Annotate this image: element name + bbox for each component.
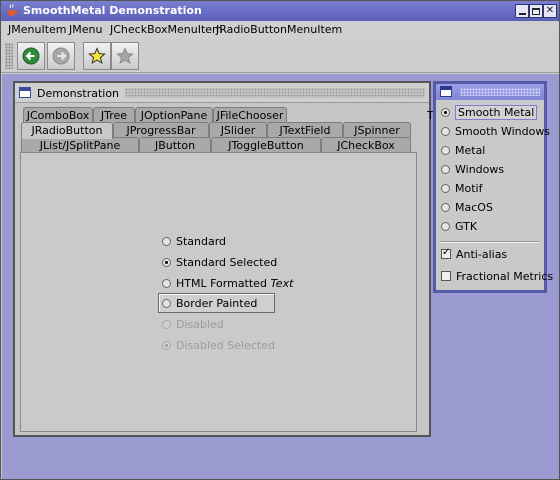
radio-indicator (441, 202, 450, 212)
close-icon: ✕ (545, 5, 555, 16)
maximize-button[interactable] (529, 4, 543, 18)
radio-label: Standard (176, 234, 227, 248)
radio-label: HTML Formatted (176, 276, 271, 290)
frame-icon (440, 86, 452, 97)
toolbar (1, 39, 559, 73)
menu-jmenu[interactable]: JMenu (69, 23, 102, 36)
jradiobutton-panel (20, 152, 417, 432)
radio-indicator (441, 221, 450, 231)
theme-gtk[interactable]: GTK (441, 218, 477, 234)
tab-jspinner[interactable]: JSpinner (343, 122, 411, 138)
radio-html-formatted[interactable]: HTML Formatted Text (162, 275, 293, 291)
radio-label: Disabled Selected (176, 338, 275, 352)
star-button[interactable] (83, 42, 111, 70)
theme-smooth-metal[interactable]: Smooth Metal (441, 104, 538, 120)
tab-jtree[interactable]: JTree (93, 107, 135, 123)
theme-label: Motif (455, 181, 483, 195)
tab-jtogglebutton[interactable]: JToggleButton (211, 137, 321, 153)
theme-windows[interactable]: Windows (441, 161, 504, 177)
minimize-icon (518, 12, 526, 15)
demonstration-titlebar[interactable]: Demonstration (15, 83, 429, 103)
menubar: JMenuItem JMenu JCheckBoxMenuItem JRadio… (1, 21, 559, 39)
checkbox-indicator (441, 271, 451, 281)
theme-smooth-windows[interactable]: Smooth Windows (441, 123, 550, 139)
radio-indicator (441, 126, 450, 136)
radio-indicator (162, 236, 171, 246)
tab-joptionpane[interactable]: JOptionPane (135, 107, 213, 123)
maximize-icon (532, 7, 540, 15)
tab-jradiobutton[interactable]: JRadioButton (21, 122, 113, 139)
theme-label: MacOS (455, 200, 493, 214)
radio-indicator (162, 340, 171, 350)
radio-standard-selected[interactable]: Standard Selected (162, 254, 277, 270)
theme-label: Smooth Metal (455, 104, 538, 120)
tab-jfilechooser[interactable]: JFileChooser (213, 107, 287, 123)
radio-label: Disabled (176, 317, 224, 331)
forward-button[interactable] (47, 42, 75, 70)
tab-jprogressbar[interactable]: JProgressBar (113, 122, 209, 138)
window-title: SmoothMetal Demonstration (23, 4, 202, 17)
close-button[interactable]: ✕ (543, 4, 557, 18)
radio-indicator (441, 107, 450, 117)
theme-macos[interactable]: MacOS (441, 199, 493, 215)
radio-label-emphasis: Text (270, 276, 294, 290)
theme-label: Smooth Windows (455, 124, 551, 138)
tab-jcombobox[interactable]: JComboBox (23, 107, 93, 123)
minimize-button[interactable] (515, 4, 529, 18)
theme-label: Windows (455, 162, 505, 176)
radio-indicator (162, 319, 171, 329)
radio-label: Border Painted (176, 296, 258, 310)
titlebar-bumps (460, 88, 540, 96)
fractional-metrics-checkbox[interactable]: Fractional Metrics (441, 268, 553, 284)
radio-disabled-selected: Disabled Selected (162, 337, 275, 353)
java-coffee-icon (8, 4, 18, 16)
tab-jtextfield[interactable]: JTextField (267, 122, 343, 138)
palette-separator (440, 241, 540, 243)
menu-jcheckboxmenuitem[interactable]: JCheckBoxMenuItem (110, 23, 223, 36)
anti-alias-checkbox[interactable]: Anti-alias (441, 246, 507, 262)
window-titlebar[interactable]: SmoothMetal Demonstration ✕ (1, 1, 559, 21)
toolbar-grip[interactable] (5, 43, 13, 69)
star-icon (88, 47, 106, 65)
main-window: SmoothMetal Demonstration ✕ JMenuItem JM… (0, 0, 560, 480)
star-disabled-icon (116, 47, 134, 65)
menu-jradiobuttonmenuitem[interactable]: JRadioButtonMenuItem (216, 23, 342, 36)
theme-motif[interactable]: Motif (441, 180, 482, 196)
radio-disabled: Disabled (162, 316, 224, 332)
back-arrow-icon (22, 47, 40, 65)
palette-titlebar[interactable] (436, 84, 544, 100)
theme-metal[interactable]: Metal (441, 142, 485, 158)
tab-jcheckbox[interactable]: JCheckBox (321, 137, 411, 153)
demonstration-title: Demonstration (37, 87, 120, 100)
tab-jslider[interactable]: JSlider (209, 122, 267, 138)
radio-indicator (441, 145, 450, 155)
titlebar-bumps (125, 88, 425, 98)
radio-label: Standard Selected (176, 255, 278, 269)
frame-icon (19, 87, 31, 98)
checkbox-indicator (441, 247, 451, 259)
radio-indicator (162, 257, 171, 267)
back-button[interactable] (17, 42, 45, 70)
radio-indicator (441, 164, 450, 174)
radio-indicator (441, 183, 450, 193)
star-disabled-button[interactable] (111, 42, 139, 70)
menu-jmenuitem[interactable]: JMenuItem (8, 23, 67, 36)
radio-indicator (162, 278, 171, 288)
tab-jbutton[interactable]: JButton (139, 137, 211, 153)
look-and-feel-palette: Smooth Metal Smooth Windows Metal Window… (433, 81, 553, 293)
option-label: Anti-alias (456, 247, 508, 261)
option-label: Fractional Metrics (456, 269, 554, 283)
theme-label: GTK (455, 219, 478, 233)
theme-label: Metal (455, 143, 486, 157)
radio-standard[interactable]: Standard (162, 233, 226, 249)
radio-indicator (162, 298, 171, 308)
forward-arrow-icon (52, 47, 70, 65)
radio-border-painted[interactable]: Border Painted (162, 295, 257, 311)
tab-jlist-jsplitpane[interactable]: JList/JSplitPane (21, 137, 139, 153)
